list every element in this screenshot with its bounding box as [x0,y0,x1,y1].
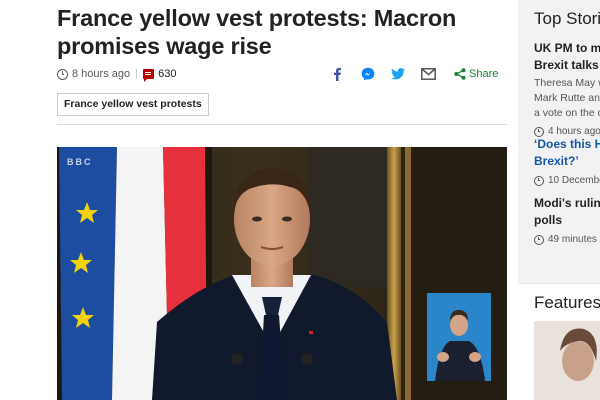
story-timestamp: 10 December [534,175,600,186]
story-title[interactable]: UK PM to meet [534,40,600,57]
story-summary-line: Mark Rutte and [534,92,600,104]
story-title-line[interactable]: Brexit talks [534,57,600,74]
messenger-share-button[interactable] [361,66,375,82]
article-main: France yellow vest protests: Macron prom… [0,0,518,400]
article-meta: 8 hours ago 630 [57,66,176,82]
top-stories-heading: Top Stories [534,9,600,28]
twitter-icon [391,68,405,80]
facebook-share-button[interactable] [331,66,343,82]
email-icon [421,68,436,80]
story-title[interactable]: Modi's ruling [534,195,600,212]
topic-tag[interactable]: France yellow vest protests [57,93,209,116]
comment-count[interactable]: 630 [158,68,176,80]
clock-icon [534,126,544,137]
story-summary-line: a vote on the d [534,107,600,119]
share-button[interactable]: Share [454,66,498,82]
video-watermark: BBC [67,157,93,167]
article-headline: France yellow vest protests: Macron prom… [57,5,457,59]
clock-icon [57,68,68,80]
clock-icon [534,234,544,245]
clock-icon [534,175,544,186]
story-item[interactable]: UK PM to meet Brexit talks Theresa May w… [534,40,600,137]
video-frame-image [57,147,507,400]
divider [57,124,507,125]
email-share-button[interactable] [421,66,436,82]
story-summary: Theresa May w [534,77,600,89]
story-title-line[interactable]: Brexit?’ [534,153,600,170]
story-time-text: 49 minutes ag [548,234,600,245]
story-title[interactable]: ‘Does this H [534,136,600,153]
share-icon [454,68,466,80]
video-player[interactable]: BBC [57,147,507,400]
story-time-text: 10 December [548,175,600,186]
sidebar: Top Stories UK PM to meet Brexit talks T… [518,0,600,400]
comment-icon[interactable] [143,69,155,82]
story-timestamp: 49 minutes ag [534,234,600,245]
share-label: Share [469,68,499,80]
facebook-icon [334,67,341,81]
feature-image [534,321,600,400]
feature-thumbnail[interactable] [534,321,600,400]
features-section: Features [518,283,600,400]
messenger-icon [361,67,375,81]
meta-divider [136,69,138,79]
features-heading: Features [534,293,600,312]
twitter-share-button[interactable] [391,66,405,82]
article-timestamp: 8 hours ago [72,68,131,80]
story-item[interactable]: ‘Does this H Brexit?’ 10 December [534,136,600,186]
story-item[interactable]: Modi's ruling polls 49 minutes ag [534,195,600,245]
story-title-line[interactable]: polls [534,212,600,229]
